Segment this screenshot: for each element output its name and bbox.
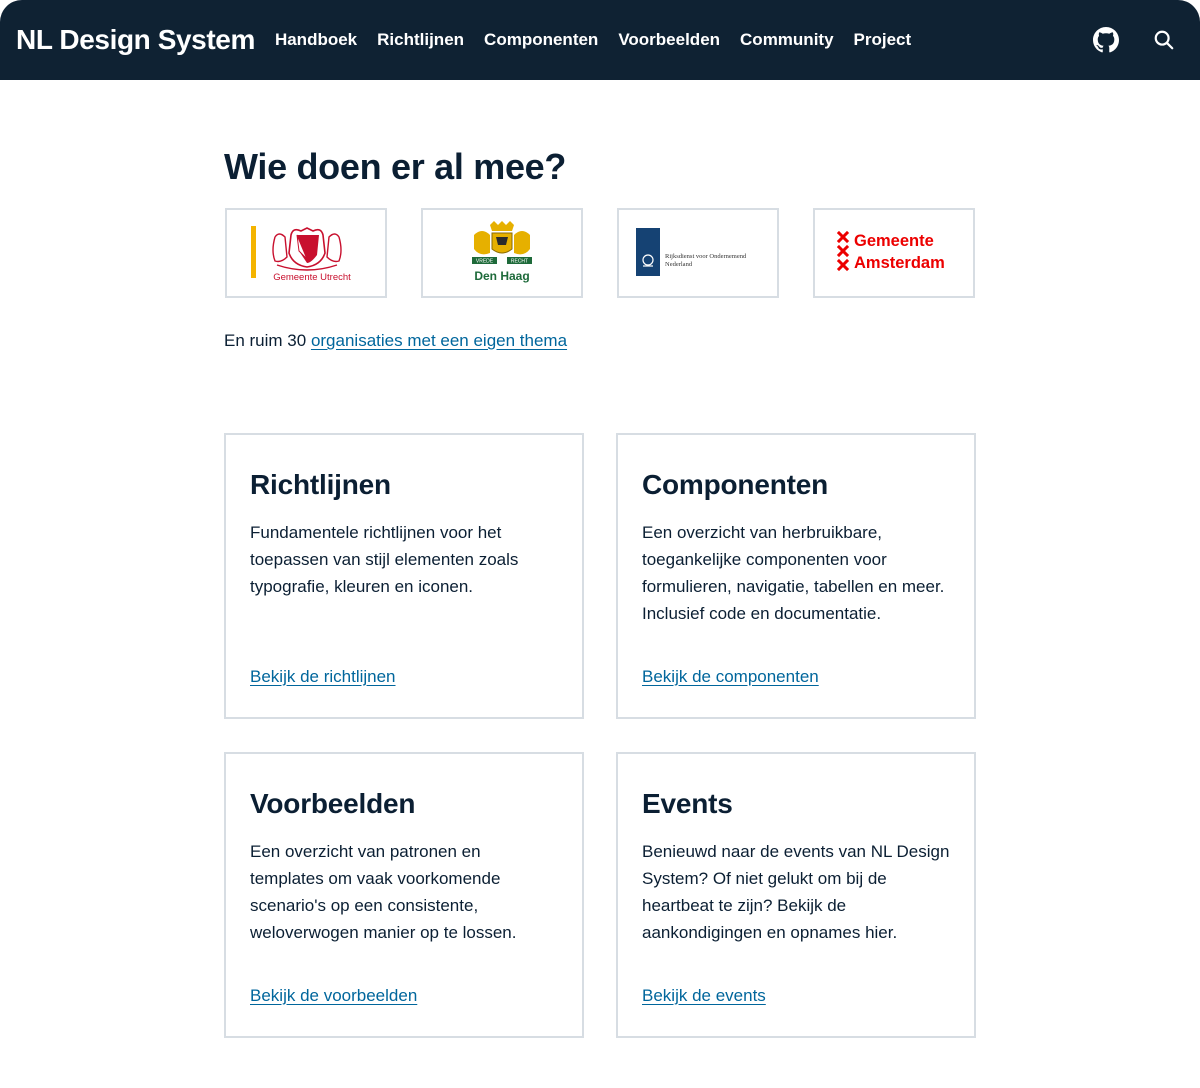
main-nav: Handboek Richtlijnen Componenten Voorbee… <box>275 30 921 50</box>
participant-logos: Gemeente Utrecht VREDE RECHT Den Haag Ri… <box>225 208 976 298</box>
organisations-themes-link[interactable]: organisaties met een eigen thema <box>311 331 567 350</box>
nav-item-handboek[interactable]: Handboek <box>275 30 367 50</box>
card-events: Events Benieuwd naar de events van NL De… <box>616 752 976 1038</box>
card-componenten: Componenten Een overzicht van herbruikba… <box>616 433 976 719</box>
svg-text:Den Haag: Den Haag <box>474 269 529 283</box>
card-link-richtlijnen[interactable]: Bekijk de richtlijnen <box>250 667 558 687</box>
nav-item-richtlijnen[interactable]: Richtlijnen <box>367 30 474 50</box>
github-icon[interactable] <box>1092 26 1120 54</box>
nav-item-project[interactable]: Project <box>844 30 922 50</box>
card-body: Een overzicht van herbruikbare, toeganke… <box>642 523 945 623</box>
card-title: Richtlijnen <box>250 469 391 500</box>
feature-cards: Richtlijnen Fundamentele richtlijnen voo… <box>224 433 976 1038</box>
gemeente-amsterdam-logo: Gemeente Amsterdam <box>837 231 945 272</box>
svg-text:Nederland: Nederland <box>665 261 693 268</box>
brand-logo-link[interactable]: NL Design System <box>16 24 255 56</box>
search-icon[interactable] <box>1150 26 1178 54</box>
main-content: Wie doen er al mee? Gemeente Utrecht VRE… <box>224 80 976 1038</box>
svg-text:Rijksdienst voor Ondernemend: Rijksdienst voor Ondernemend <box>665 253 747 260</box>
site-header: NL Design System Handboek Richtlijnen Co… <box>0 0 1200 80</box>
card-link-events[interactable]: Bekijk de events <box>642 986 950 1006</box>
more-organisations-prefix: En ruim 30 <box>224 331 307 350</box>
svg-text:Amsterdam: Amsterdam <box>854 254 945 272</box>
den-haag-logo: VREDE RECHT Den Haag <box>472 221 532 283</box>
card-body: Benieuwd naar de events van NL Design Sy… <box>642 842 950 942</box>
nav-item-componenten[interactable]: Componenten <box>474 30 608 50</box>
logo-card-rvo[interactable]: Rijksdienst voor Ondernemend Nederland <box>617 208 779 298</box>
svg-text:Gemeente: Gemeente <box>854 232 934 250</box>
card-title: Events <box>642 788 733 819</box>
card-link-componenten[interactable]: Bekijk de componenten <box>642 667 950 687</box>
card-link-voorbeelden[interactable]: Bekijk de voorbeelden <box>250 986 558 1006</box>
header-actions <box>1092 26 1184 54</box>
logo-card-utrecht[interactable]: Gemeente Utrecht <box>225 208 387 298</box>
gemeente-utrecht-logo: Gemeente Utrecht <box>251 226 351 283</box>
card-body: Fundamentele richtlijnen voor het toepas… <box>250 523 519 596</box>
card-title: Componenten <box>642 469 829 500</box>
more-organisations-text: En ruim 30 organisaties met een eigen th… <box>224 331 976 351</box>
svg-text:Gemeente Utrecht: Gemeente Utrecht <box>273 272 351 283</box>
svg-text:RECHT: RECHT <box>511 259 528 265</box>
logo-card-den-haag[interactable]: VREDE RECHT Den Haag <box>421 208 583 298</box>
card-voorbeelden: Voorbeelden Een overzicht van patronen e… <box>224 752 584 1038</box>
card-title: Voorbeelden <box>250 788 416 819</box>
card-richtlijnen: Richtlijnen Fundamentele richtlijnen voo… <box>224 433 584 719</box>
browser-window: NL Design System Handboek Richtlijnen Co… <box>0 0 1200 1088</box>
nav-item-community[interactable]: Community <box>730 30 844 50</box>
participants-heading: Wie doen er al mee? <box>224 146 567 187</box>
rvo-logo: Rijksdienst voor Ondernemend Nederland <box>636 228 747 276</box>
card-body: Een overzicht van patronen en templates … <box>250 842 517 942</box>
svg-text:VREDE: VREDE <box>476 259 494 265</box>
nav-item-voorbeelden[interactable]: Voorbeelden <box>608 30 730 50</box>
logo-card-amsterdam[interactable]: Gemeente Amsterdam <box>813 208 975 298</box>
